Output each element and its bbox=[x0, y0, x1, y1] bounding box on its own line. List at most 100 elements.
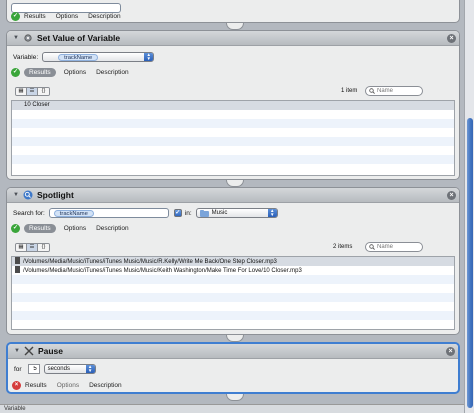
popup-arrows-icon: ▲ ▼ bbox=[144, 52, 154, 61]
empty-row bbox=[12, 311, 454, 320]
icon-view-button[interactable]: ▦ bbox=[16, 87, 27, 95]
spotlight-title: Spotlight bbox=[36, 190, 74, 200]
spotlight-results-list[interactable]: /Volumes/Media/Music/iTunes/iTunes Music… bbox=[11, 256, 455, 330]
variables-strip: Variable bbox=[0, 404, 464, 413]
view-mode-buttons: ▦ ☰ {} bbox=[15, 242, 50, 252]
variable-label: Variable: bbox=[13, 53, 39, 61]
tab-options[interactable]: Options bbox=[57, 382, 79, 389]
pause-header[interactable]: ▼ Pause × bbox=[8, 344, 458, 359]
tab-options[interactable]: Options bbox=[64, 225, 86, 232]
set-value-tabbar: ✓ Results Options Description bbox=[11, 68, 139, 77]
spotlight-tabbar: ✓ Results Options Description bbox=[11, 224, 139, 233]
icon-view-button[interactable]: ▦ bbox=[16, 243, 27, 251]
search-for-token[interactable]: trackName bbox=[53, 209, 94, 217]
set-value-results-list[interactable]: 10 Closer bbox=[11, 100, 455, 176]
search-input[interactable] bbox=[377, 88, 417, 94]
spotlight-icon bbox=[23, 190, 33, 200]
empty-row bbox=[12, 293, 454, 302]
location-value: Music bbox=[211, 210, 228, 216]
previous-action-tabbar: ✓ Results Options Description bbox=[11, 12, 131, 21]
item-count: 1 item bbox=[341, 88, 358, 94]
list-view-button[interactable]: ☰ bbox=[27, 243, 38, 251]
file-path: /Volumes/Media/Music/iTunes/iTunes Music… bbox=[23, 268, 302, 274]
results-search-field[interactable] bbox=[365, 242, 423, 252]
list-view-button[interactable]: ☰ bbox=[27, 87, 38, 95]
pause-icon bbox=[24, 346, 34, 356]
gear-icon bbox=[24, 34, 32, 42]
variable-popup[interactable]: trackName ▲ ▼ bbox=[42, 52, 155, 62]
scrollbar-thumb[interactable] bbox=[467, 118, 473, 408]
search-icon bbox=[369, 88, 375, 94]
variable-token[interactable]: trackName bbox=[58, 53, 99, 61]
set-value-results-toolbar: ▦ ☰ {} 1 item bbox=[11, 84, 455, 98]
block-connector bbox=[226, 394, 244, 401]
block-connector bbox=[226, 335, 244, 342]
tab-results[interactable]: Results bbox=[24, 13, 46, 20]
set-value-title: Set Value of Variable bbox=[36, 33, 121, 43]
pause-block[interactable]: ▼ Pause × for seconds ▲▼ × Results Optio… bbox=[6, 342, 460, 394]
set-value-header[interactable]: ▼ Set Value of Variable × bbox=[7, 31, 459, 46]
success-status-icon: ✓ bbox=[11, 68, 20, 77]
pause-tabbar: × Results Options Description bbox=[12, 381, 132, 390]
tab-options[interactable]: Options bbox=[56, 13, 78, 20]
location-popup[interactable]: Music ▲ ▼ bbox=[195, 208, 278, 218]
set-value-block[interactable]: ▼ Set Value of Variable × Variable: trac… bbox=[6, 30, 460, 180]
tab-results[interactable]: Results bbox=[24, 224, 56, 233]
empty-row bbox=[12, 284, 454, 293]
tab-options[interactable]: Options bbox=[64, 69, 86, 76]
empty-row bbox=[12, 275, 454, 284]
search-icon bbox=[369, 244, 375, 250]
time-unit-popup[interactable]: seconds ▲ ▼ bbox=[43, 364, 96, 374]
empty-row bbox=[12, 146, 454, 155]
music-file-icon bbox=[15, 266, 20, 273]
duration-input[interactable] bbox=[27, 364, 40, 374]
close-icon[interactable]: × bbox=[447, 34, 456, 43]
item-count: 2 items bbox=[333, 244, 353, 250]
empty-row bbox=[12, 302, 454, 311]
tab-description[interactable]: Description bbox=[96, 69, 129, 76]
disclosure-triangle-icon[interactable]: ▼ bbox=[13, 35, 19, 41]
in-label: in: bbox=[184, 209, 192, 217]
list-item[interactable]: /Volumes/Media/Music/iTunes/iTunes Music… bbox=[12, 266, 454, 275]
search-for-field[interactable]: trackName bbox=[48, 208, 169, 218]
empty-row bbox=[12, 137, 454, 146]
tab-description[interactable]: Description bbox=[96, 225, 129, 232]
tab-results[interactable]: Results bbox=[24, 68, 56, 77]
variable-row: Variable: trackName ▲ ▼ bbox=[13, 52, 155, 62]
spotlight-block[interactable]: ▼ Spotlight × Search for: trackName ✓ in… bbox=[6, 187, 460, 335]
success-status-icon: ✓ bbox=[11, 12, 20, 21]
spotlight-results-toolbar: ▦ ☰ {} 2 items bbox=[11, 240, 455, 254]
in-checkbox[interactable]: ✓ bbox=[173, 209, 182, 217]
popup-arrows-icon: ▲ ▼ bbox=[85, 364, 95, 373]
popup-arrows-icon: ▲ ▼ bbox=[267, 208, 277, 217]
tab-description[interactable]: Description bbox=[89, 382, 122, 389]
text-view-button[interactable]: {} bbox=[38, 243, 49, 251]
close-icon[interactable]: × bbox=[446, 347, 455, 356]
disclosure-triangle-icon[interactable]: ▼ bbox=[13, 192, 19, 198]
tab-description[interactable]: Description bbox=[88, 13, 121, 20]
variables-label: Variable bbox=[4, 406, 26, 412]
workflow-canvas: ✓ Results Options Description ▼ Set Valu… bbox=[0, 0, 464, 413]
results-search-field[interactable] bbox=[365, 86, 423, 96]
close-icon[interactable]: × bbox=[447, 191, 456, 200]
time-unit-value: seconds bbox=[47, 366, 70, 372]
empty-row bbox=[12, 155, 454, 164]
pause-title: Pause bbox=[37, 346, 63, 356]
search-for-label: Search for: bbox=[13, 209, 45, 217]
list-item[interactable]: 10 Closer bbox=[12, 101, 454, 110]
text-view-button[interactable]: {} bbox=[38, 87, 49, 95]
previous-action-block: ✓ Results Options Description bbox=[6, 0, 460, 23]
empty-row bbox=[12, 119, 454, 128]
disclosure-triangle-icon[interactable]: ▼ bbox=[14, 348, 20, 354]
view-mode-buttons: ▦ ☰ {} bbox=[15, 86, 50, 96]
empty-row bbox=[12, 128, 454, 137]
for-label: for bbox=[14, 365, 22, 373]
search-for-row: Search for: trackName ✓ in: Music ▲ ▼ bbox=[13, 208, 278, 218]
search-input[interactable] bbox=[377, 244, 417, 250]
vertical-scrollbar[interactable] bbox=[464, 0, 474, 413]
music-file-icon bbox=[15, 257, 20, 264]
success-status-icon: ✓ bbox=[11, 224, 20, 233]
spotlight-header[interactable]: ▼ Spotlight × bbox=[7, 188, 459, 203]
list-item[interactable]: /Volumes/Media/Music/iTunes/iTunes Music… bbox=[12, 257, 454, 266]
tab-results[interactable]: Results bbox=[25, 382, 47, 389]
